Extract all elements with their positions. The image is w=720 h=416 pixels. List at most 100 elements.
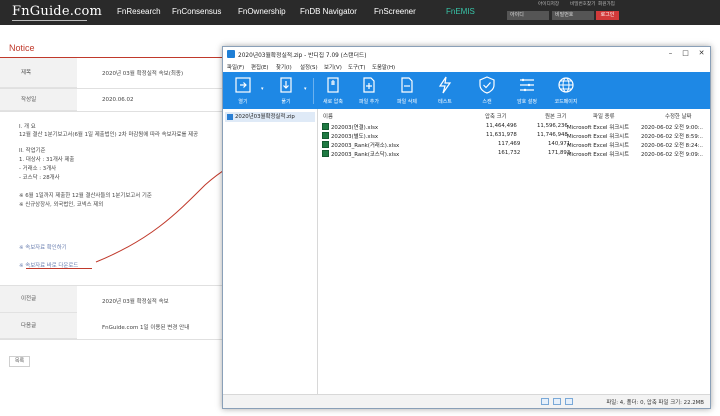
- divider: [0, 111, 222, 112]
- column-header-name[interactable]: 이름: [323, 112, 333, 120]
- table-row[interactable]: 202003_Rank(거래소).xlsx 117,469 140,971 Mi…: [319, 140, 710, 149]
- nav-fnownership[interactable]: FnOwnership: [238, 7, 286, 16]
- file-packed-size: 11,464,496: [486, 123, 517, 129]
- scan-button[interactable]: 스캔: [469, 72, 505, 109]
- nav-fndb-navigator[interactable]: FnDB Navigator: [300, 7, 357, 16]
- nav-fnconsensus[interactable]: FnConsensus: [172, 7, 221, 16]
- bandizip-app-icon: [227, 50, 235, 58]
- menu-help[interactable]: 도움말(H): [372, 63, 395, 71]
- file-modified-date: 2020-06-02 오전 9:09:..: [641, 152, 704, 158]
- prev-post-label: 이전글: [0, 286, 77, 313]
- new-archive-icon: [327, 77, 339, 93]
- icon-view-icon[interactable]: [565, 398, 573, 405]
- next-post-link[interactable]: FnGuide.com 1일 이용된 변경 안내: [102, 323, 189, 331]
- open-button[interactable]: 열기: [225, 72, 261, 109]
- find-password-link[interactable]: 비밀번호찾기: [570, 1, 595, 7]
- add-file-button[interactable]: 파일 추가: [351, 72, 387, 109]
- menu-find[interactable]: 찾기(I): [276, 63, 292, 71]
- add-file-label: 파일 추가: [359, 99, 379, 105]
- file-original-size: 11,596,236: [537, 123, 568, 129]
- file-type: Microsoft Excel 워크시트: [567, 134, 630, 140]
- set-password-button[interactable]: 암호 설정: [509, 72, 545, 109]
- menu-tools[interactable]: 도구(T): [348, 63, 365, 71]
- excel-file-icon: [322, 132, 329, 139]
- delete-file-icon: [401, 77, 413, 93]
- top-navigation-bar: FnGuide.com FnResearch FnConsensus FnOwn…: [0, 0, 720, 25]
- column-header-modified-date[interactable]: 수정한 날짜: [665, 112, 692, 120]
- column-header-file-type[interactable]: 파일 종류: [593, 112, 615, 120]
- body-heading-overview: I. 개 요: [19, 124, 36, 130]
- check-report-link[interactable]: ※ 속보자료 확인하기: [19, 243, 67, 251]
- body-note: ※ 신규상장사, 외국법인, 코넥스 제외: [19, 202, 104, 208]
- table-row[interactable]: 202003(별도).xlsx 11,631,978 11,746,948 Mi…: [319, 131, 710, 140]
- menu-edit[interactable]: 편집(E): [251, 63, 269, 71]
- table-row[interactable]: 202003(연결).xlsx 11,464,496 11,596,236 Mi…: [319, 122, 710, 131]
- codepage-button[interactable]: 코드페이지: [548, 72, 584, 109]
- menu-file[interactable]: 파일(F): [227, 63, 244, 71]
- toolbar-separator: [313, 78, 314, 104]
- minimize-icon[interactable]: –: [663, 48, 678, 59]
- nav-fnemis[interactable]: FnEMIS: [446, 7, 475, 16]
- nav-fnscreener[interactable]: FnScreener: [374, 7, 416, 16]
- details-view-icon[interactable]: [541, 398, 549, 405]
- column-header-original-size[interactable]: 원본 크기: [545, 112, 567, 120]
- body-line: 1. 대상사 : 31개사 제출: [19, 157, 75, 163]
- file-packed-size: 161,732: [498, 150, 521, 156]
- file-packed-size: 11,631,978: [486, 132, 517, 138]
- set-password-label: 암호 설정: [517, 99, 537, 105]
- page-title: Notice: [9, 43, 35, 53]
- download-link-underline: [26, 268, 92, 269]
- extract-dropdown-icon[interactable]: ▾: [304, 86, 312, 96]
- list-button[interactable]: 목록: [9, 356, 30, 367]
- column-header-packed-size[interactable]: 압축 크기: [485, 112, 507, 120]
- zip-archive-icon: [227, 114, 233, 120]
- test-label: 테스트: [438, 99, 452, 105]
- divider: [0, 339, 222, 340]
- excel-file-icon: [322, 123, 329, 130]
- test-button[interactable]: 테스트: [427, 72, 463, 109]
- file-type: Microsoft Excel 워크시트: [567, 143, 630, 149]
- tree-item-label: 2020년03월확정실적.zip: [235, 114, 295, 120]
- add-file-icon: [363, 77, 375, 93]
- extract-label: 풀기: [281, 99, 291, 105]
- file-name: 202003_Rank(거래소).xlsx: [331, 143, 400, 149]
- close-icon[interactable]: ✕: [694, 48, 709, 59]
- window-titlebar[interactable]: 2020년03월확정실적.zip - 반디집 7.09 (스탠더드) – □ ✕: [223, 47, 710, 61]
- bandizip-window: 2020년03월확정실적.zip - 반디집 7.09 (스탠더드) – □ ✕…: [222, 46, 711, 409]
- fnguide-logo[interactable]: FnGuide.com: [12, 4, 102, 19]
- menu-view[interactable]: 보기(V): [324, 63, 342, 71]
- status-bar: 파일: 4, 폴더: 0, 압축 파일 크기: 22.2MB: [223, 394, 710, 408]
- new-archive-button[interactable]: 새로 압축: [315, 72, 351, 109]
- prev-post-link[interactable]: 2020년 03월 확정실적 속보: [102, 297, 169, 305]
- save-id-link[interactable]: 아이디저장: [538, 1, 559, 7]
- delete-file-button[interactable]: 파일 삭제: [389, 72, 425, 109]
- status-text: 파일: 4, 폴더: 0, 압축 파일 크기: 22.2MB: [606, 400, 704, 406]
- login-button[interactable]: 로그인: [596, 11, 619, 20]
- list-view-icon[interactable]: [553, 398, 561, 405]
- tree-item-archive-root[interactable]: 2020년03월확정실적.zip: [225, 112, 315, 122]
- extract-button[interactable]: 풀기: [268, 72, 304, 109]
- subject-label: 제목: [0, 58, 77, 88]
- toolbar: 열기 ▾ 풀기 ▾ 새로 압축 파일 추가 파일 삭제 테스트 스캔 암호 설정…: [223, 72, 710, 109]
- open-label: 열기: [238, 99, 248, 105]
- table-row[interactable]: 202003_Rank(코스닥).xlsx 161,732 171,893 Mi…: [319, 149, 710, 158]
- file-type: Microsoft Excel 워크시트: [567, 125, 630, 131]
- subject-value: 2020년 03월 확정실적 속보(최종): [102, 71, 184, 77]
- password-input[interactable]: 비밀번호: [552, 11, 594, 20]
- maximize-icon[interactable]: □: [678, 48, 693, 59]
- excel-file-icon: [322, 141, 329, 148]
- signup-link[interactable]: 회원가입: [598, 1, 615, 7]
- lightning-icon: [438, 76, 452, 94]
- window-title: 2020년03월확정실적.zip - 반디집 7.09 (스탠더드): [238, 53, 367, 59]
- nav-fnresearch[interactable]: FnResearch: [117, 7, 161, 16]
- codepage-label: 코드페이지: [554, 99, 578, 105]
- date-value: 2020.06.02: [102, 97, 134, 103]
- file-name: 202003(별도).xlsx: [331, 134, 379, 140]
- id-input[interactable]: 아이디: [507, 11, 549, 20]
- menu-settings[interactable]: 설정(S): [300, 63, 318, 71]
- body-line: - 코스닥 : 28개사: [19, 175, 60, 181]
- next-post-label: 다음글: [0, 313, 77, 339]
- file-name: 202003(연결).xlsx: [331, 125, 379, 131]
- folder-tree: 2020년03월확정실적.zip: [223, 109, 318, 394]
- menu-bar: 파일(F) 편집(E) 찾기(I) 설정(S) 보기(V) 도구(T) 도움말(…: [223, 61, 710, 72]
